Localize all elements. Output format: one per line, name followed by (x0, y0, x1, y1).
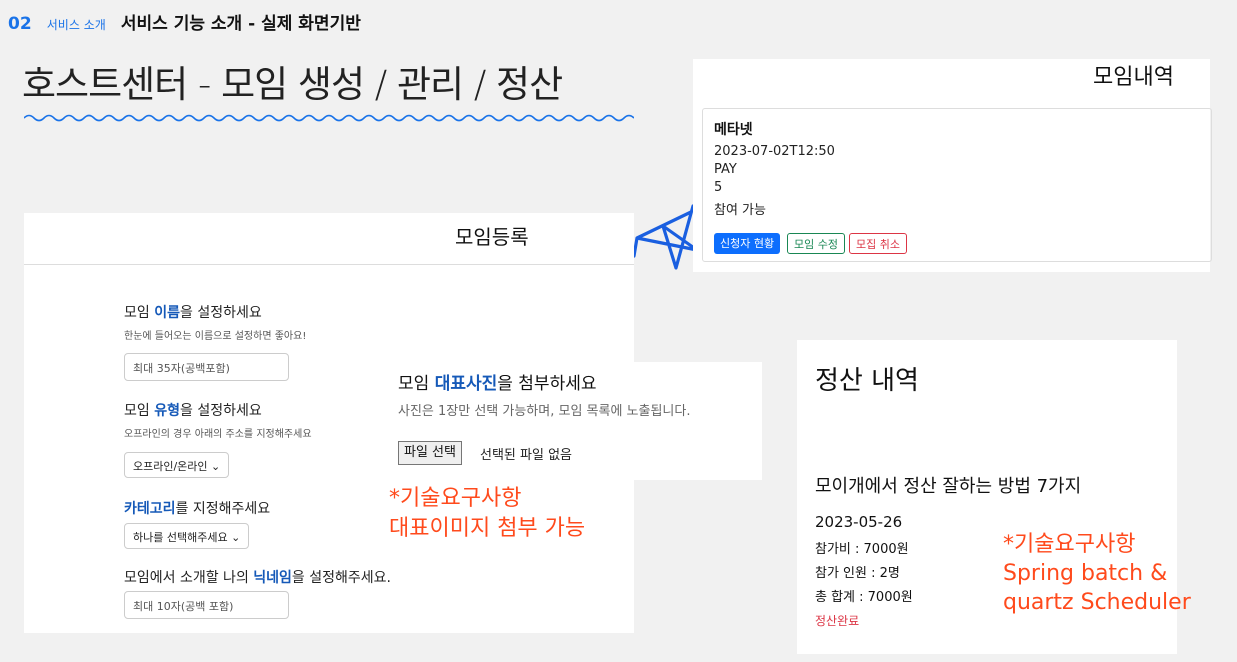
divider (24, 264, 634, 265)
category-question: 카테고리를 지정해주세요 (124, 501, 271, 517)
meeting-status: 참여 가능 (714, 203, 766, 218)
section-category: 서비스 소개 (46, 18, 106, 32)
settlement-fee: 참가비 : 7000원 (815, 542, 909, 557)
photo-upload-panel: 모임 대표사진을 첨부하세요 사진은 1장만 선택 가능하며, 모임 목록에 노… (380, 362, 762, 480)
meeting-count: 5 (714, 180, 723, 195)
tech-requirement-note-2: *기술요구사항 Spring batch & quartz Scheduler (1003, 532, 1191, 615)
settlement-people: 참가 인원 : 2명 (815, 566, 900, 581)
nickname-input[interactable]: 최대 10자(공백 포함) (124, 591, 289, 619)
meeting-pay-type: PAY (714, 162, 737, 177)
type-select[interactable]: 오프라인/온라인 ⌄ (124, 452, 230, 478)
name-hint: 한눈에 들어오는 이름으로 설정하면 좋아요! (124, 331, 307, 342)
page-title: 호스트센터 - 모임 생성 / 관리 / 정산 (22, 63, 563, 106)
type-hint: 오프라인의 경우 아래의 주소를 지정해주세요 (124, 429, 312, 440)
name-question: 모임 이름을 설정하세요 (124, 305, 262, 321)
meeting-list-panel: 모임내역 메타넷 2023-07-02T12:50 PAY 5 참여 가능 신청… (693, 59, 1212, 272)
panel-title: 정산 내역 (815, 366, 919, 396)
meeting-card: 메타넷 2023-07-02T12:50 PAY 5 참여 가능 신청자 현황 … (702, 108, 1212, 262)
settlement-status: 정산완료 (815, 614, 860, 628)
panel-title: 모임등록 (455, 225, 529, 249)
cancel-recruit-button[interactable]: 모집 취소 (849, 233, 907, 254)
photo-hint: 사진은 1장만 선택 가능하며, 모임 목록에 노출됩니다. (398, 404, 691, 419)
type-question: 모임 유형을 설정하세요 (124, 403, 262, 419)
wavy-underline (24, 114, 634, 122)
edit-meeting-button[interactable]: 모임 수정 (787, 233, 845, 254)
nickname-question: 모임에서 소개할 나의 닉네임을 설정해주세요. (124, 570, 391, 586)
meeting-name: 메타넷 (714, 122, 753, 138)
tech-requirement-note: *기술요구사항 대표이미지 첨부 가능 (389, 486, 586, 541)
file-select-button[interactable]: 파일 선택 (398, 441, 462, 465)
panel-title: 모임내역 (1093, 65, 1174, 90)
no-file-label: 선택된 파일 없음 (480, 448, 572, 463)
star-doodle-icon (633, 204, 699, 270)
section-number: 02 (8, 14, 32, 34)
chevron-down-icon: ⌄ (231, 531, 241, 544)
photo-question: 모임 대표사진을 첨부하세요 (398, 374, 597, 394)
meeting-datetime: 2023-07-02T12:50 (714, 144, 835, 159)
settlement-item-title: 모이개에서 정산 잘하는 방법 7가지 (815, 476, 1082, 497)
settlement-total: 총 합계 : 7000원 (815, 590, 913, 605)
name-input[interactable]: 최대 35자(공백포함) (124, 353, 289, 381)
category-select[interactable]: 하나를 선택해주세요 ⌄ (124, 523, 250, 549)
section-header: 02 서비스 소개 서비스 기능 소개 - 실제 화면기반 (8, 9, 361, 34)
section-title: 서비스 기능 소개 - 실제 화면기반 (120, 14, 361, 34)
settlement-date: 2023-05-26 (815, 513, 903, 531)
chevron-down-icon: ⌄ (211, 460, 221, 473)
applicants-button[interactable]: 신청자 현황 (714, 233, 781, 254)
